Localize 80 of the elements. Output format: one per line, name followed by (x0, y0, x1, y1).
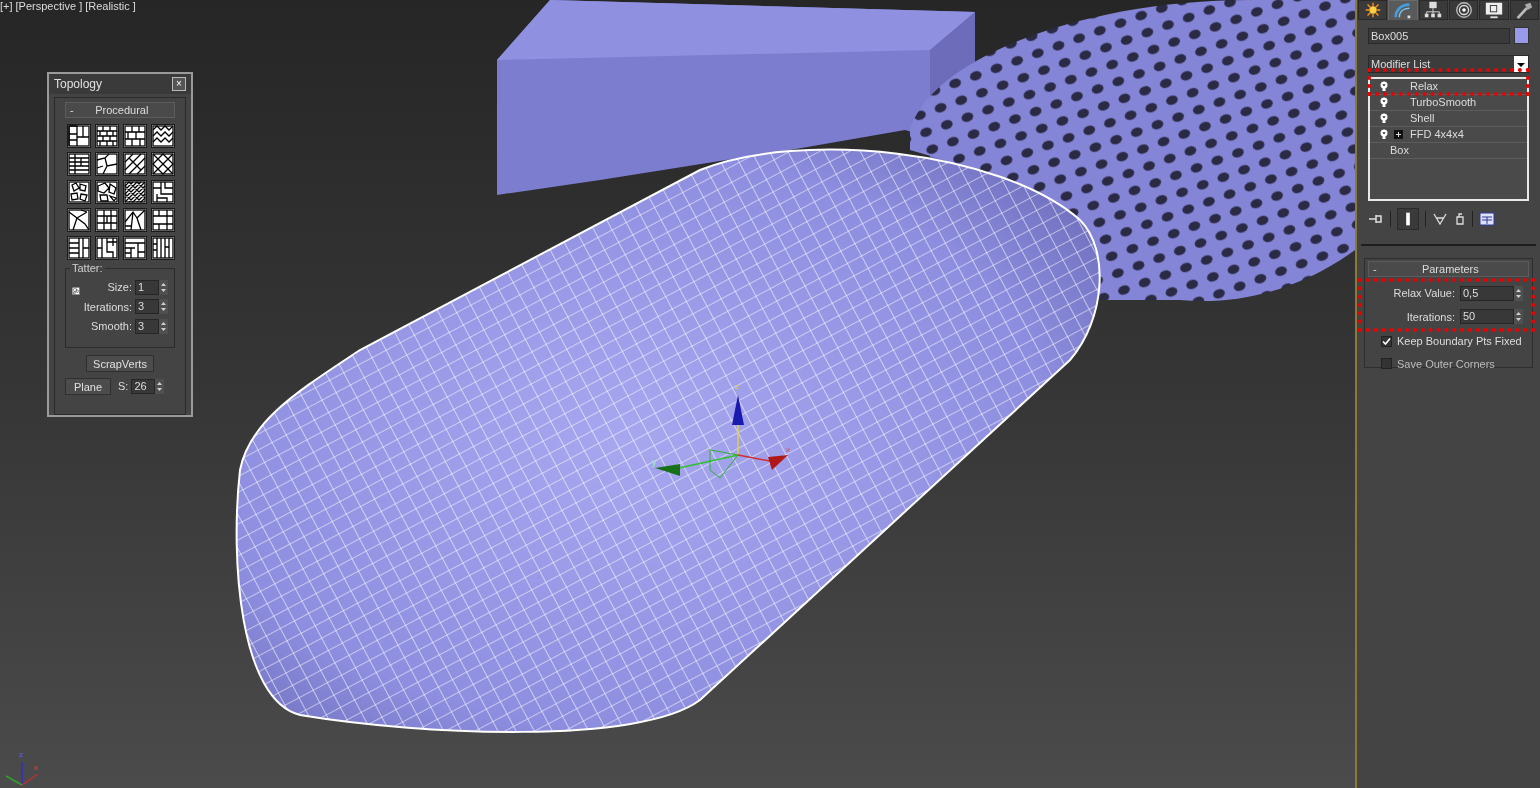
configure-sets-icon[interactable] (1479, 212, 1495, 226)
window-title: Topology (54, 76, 103, 93)
modifier-stack-item[interactable]: FFD 4x4x4 (1370, 127, 1527, 143)
object-name-field[interactable]: Box005 (1368, 27, 1510, 44)
show-end-result-icon[interactable] (1397, 208, 1419, 230)
spinner-arrows-icon[interactable] (159, 318, 168, 334)
plane-button[interactable]: Plane (65, 378, 111, 395)
checkbox[interactable] (1381, 335, 1392, 347)
close-button[interactable]: × (172, 77, 186, 91)
spinner-arrows-icon[interactable] (1514, 309, 1523, 325)
number-field[interactable]: 1 (135, 279, 159, 295)
topology-pattern-icon[interactable] (67, 124, 91, 148)
topology-pattern-icon[interactable] (151, 152, 175, 176)
display-tab[interactable] (1479, 0, 1509, 20)
topology-pattern-icon[interactable] (123, 208, 147, 232)
number-field[interactable]: 3 (135, 299, 159, 315)
topology-pattern-icon[interactable] (95, 236, 119, 260)
light-bulb-icon[interactable] (1380, 97, 1388, 108)
topology-pattern-icon[interactable] (123, 124, 147, 148)
expand-icon[interactable] (1394, 130, 1403, 139)
modifier-stack-item[interactable]: Relax (1370, 79, 1527, 95)
gizmo-axis-label: x (786, 446, 790, 454)
checkbox-option[interactable]: Save Outer Corners (1381, 355, 1529, 372)
field-label: Size: (107, 280, 132, 295)
spinner-arrows-icon[interactable] (1514, 285, 1523, 301)
viewport-label[interactable]: [Perspective ] (15, 0, 83, 12)
rollout-header[interactable]: - Procedural (65, 102, 175, 118)
topology-pattern-icon[interactable] (95, 152, 119, 176)
viewport-label[interactable]: [+] (0, 0, 13, 12)
remove-modifier-icon[interactable] (1454, 212, 1466, 226)
hierarchy-tab[interactable] (1418, 0, 1448, 20)
light-bulb-icon[interactable] (1380, 113, 1388, 124)
topology-pattern-icon[interactable] (67, 236, 91, 260)
modifier-stack-item[interactable]: TurboSmooth (1370, 95, 1527, 111)
topology-pattern-icon[interactable] (123, 180, 147, 204)
object-color-swatch[interactable] (1514, 27, 1529, 44)
number-field[interactable]: 3 (135, 318, 159, 334)
topology-pattern-icon[interactable] (151, 180, 175, 204)
topology-pattern-icon[interactable] (123, 236, 147, 260)
number-field[interactable]: 0,5 (1460, 285, 1514, 301)
field-label: Iterations: (83, 299, 132, 315)
motion-tab[interactable] (1449, 0, 1479, 20)
field-label: S: (118, 379, 129, 395)
scrapverts-button[interactable]: ScrapVerts (86, 355, 154, 372)
number-field[interactable]: 26 (131, 379, 156, 394)
rollout-header[interactable]: - Parameters (1368, 261, 1529, 277)
axis-label: z (19, 751, 23, 759)
make-unique-icon[interactable] (1432, 212, 1448, 226)
spinner-arrows-icon[interactable] (155, 379, 165, 394)
topology-pattern-icon[interactable] (67, 152, 91, 176)
field-label: Iterations: (1406, 309, 1455, 325)
modifier-list-dropdown[interactable]: Modifier List (1368, 55, 1529, 73)
topology-pattern-icon[interactable] (67, 208, 91, 232)
light-bulb-icon[interactable] (1380, 129, 1388, 140)
topology-pattern-icon[interactable] (95, 180, 119, 204)
checkbox-option[interactable]: Keep Boundary Pts Fixed (1381, 333, 1529, 350)
modifier-stack-item[interactable]: Shell (1370, 111, 1527, 127)
viewport-label[interactable]: [Realistic ] (85, 0, 136, 12)
topology-pattern-icon[interactable] (151, 236, 175, 260)
group-title: Tatter: (70, 262, 105, 274)
topology-pattern-icon[interactable] (67, 180, 91, 204)
modifier-stack-item[interactable]: Box (1370, 143, 1527, 159)
number-field[interactable]: 50 (1460, 309, 1514, 325)
spinner-arrows-icon[interactable] (159, 279, 168, 295)
utilities-tab[interactable] (1509, 0, 1539, 20)
create-tab[interactable] (1358, 0, 1388, 20)
pin-icon[interactable] (1368, 212, 1384, 226)
topology-pattern-icon[interactable] (95, 208, 119, 232)
topology-pattern-icon[interactable] (123, 152, 147, 176)
topology-pattern-icon[interactable] (95, 124, 119, 148)
topology-pattern-icon[interactable] (151, 208, 175, 232)
topology-pattern-icon[interactable] (151, 124, 175, 148)
checkbox[interactable] (1381, 358, 1392, 370)
spinner-arrows-icon[interactable] (159, 299, 168, 315)
field-label: Smooth: (91, 319, 132, 334)
field-label: Relax Value: (1393, 286, 1455, 301)
gizmo-axis-label: z (735, 383, 739, 391)
gizmo-axis-label: y (652, 458, 657, 467)
light-bulb-icon[interactable] (1380, 81, 1388, 92)
axis-label: x (34, 764, 38, 772)
